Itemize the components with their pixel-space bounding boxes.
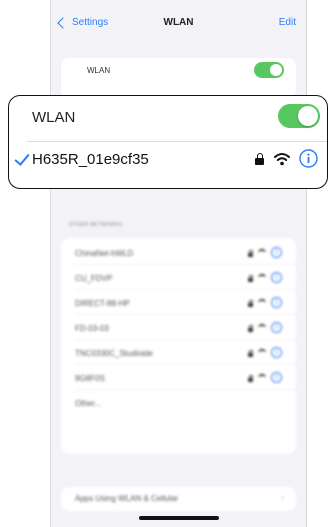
other-networks-list: ChinaNet-hWLD i CU_FDVP i DIRECT-88-HP i… [61,238,296,454]
info-icon[interactable]: i [271,247,282,258]
other-networks-header: OTHER NETWORKS [69,222,123,228]
lock-icon [255,153,264,165]
network-name: CU_FDVP [75,274,113,283]
network-name: 9G8F0S [75,374,105,383]
lock-icon [248,299,253,307]
wlan-toggle[interactable] [278,104,320,128]
checkmark-icon [14,150,30,166]
info-icon[interactable] [299,149,318,168]
network-name: DIRECT-88-HP [75,299,130,308]
apps-using-wlan-row[interactable]: Apps Using WLAN & Cellular › [61,487,296,511]
wlan-label: WLAN [32,109,76,126]
wifi-icon [258,349,266,356]
wifi-icon [274,153,290,166]
network-name: FD-03-03 [75,324,109,333]
lock-icon [248,349,253,357]
lock-icon [248,374,253,382]
info-icon[interactable]: i [271,272,282,283]
network-name: ChinaNet-hWLD [75,249,134,258]
home-indicator [139,516,219,520]
wlan-row-label: WLAN [87,66,111,75]
network-row[interactable]: DIRECT-88-HP i [61,294,296,315]
network-row[interactable]: TNC0330C_Studioide i [61,344,296,365]
lock-icon [248,274,253,282]
wlan-card: WLAN [61,58,296,98]
phone-screen: Settings WLAN Edit WLAN OTHER NETWORKS C… [50,0,307,527]
network-row[interactable]: CU_FDVP i [61,269,296,290]
info-icon[interactable]: i [271,322,282,333]
chevron-right-icon: › [281,492,284,502]
lock-icon [248,324,253,332]
wifi-icon [258,299,266,306]
info-icon[interactable]: i [271,347,282,358]
divider [27,141,327,142]
network-row[interactable]: FD-03-03 i [61,319,296,340]
lock-icon [248,249,253,257]
edit-button[interactable]: Edit [279,17,296,28]
info-icon[interactable]: i [271,297,282,308]
network-row[interactable]: ChinaNet-hWLD i [61,244,296,265]
info-icon[interactable]: i [271,372,282,383]
wifi-icon [258,324,266,331]
network-row[interactable]: 9G8F0S i [61,369,296,390]
navigation-bar: Settings WLAN Edit [51,8,306,36]
wlan-toggle-row: WLAN [61,58,296,82]
network-name: TNC0330C_Studioide [75,349,153,358]
apps-using-wlan-label: Apps Using WLAN & Cellular [75,494,179,503]
wifi-icon [258,274,266,281]
wifi-icon [258,249,266,256]
wifi-icon [258,374,266,381]
other-network-label: Other... [75,399,102,408]
page-title: WLAN [163,17,194,28]
wlan-zoom-callout: WLAN H635R_01e9cf35 [8,95,328,189]
wlan-toggle-small[interactable] [254,62,284,78]
other-network-row[interactable]: Other... [61,394,296,415]
connected-network-name[interactable]: H635R_01e9cf35 [32,151,149,168]
